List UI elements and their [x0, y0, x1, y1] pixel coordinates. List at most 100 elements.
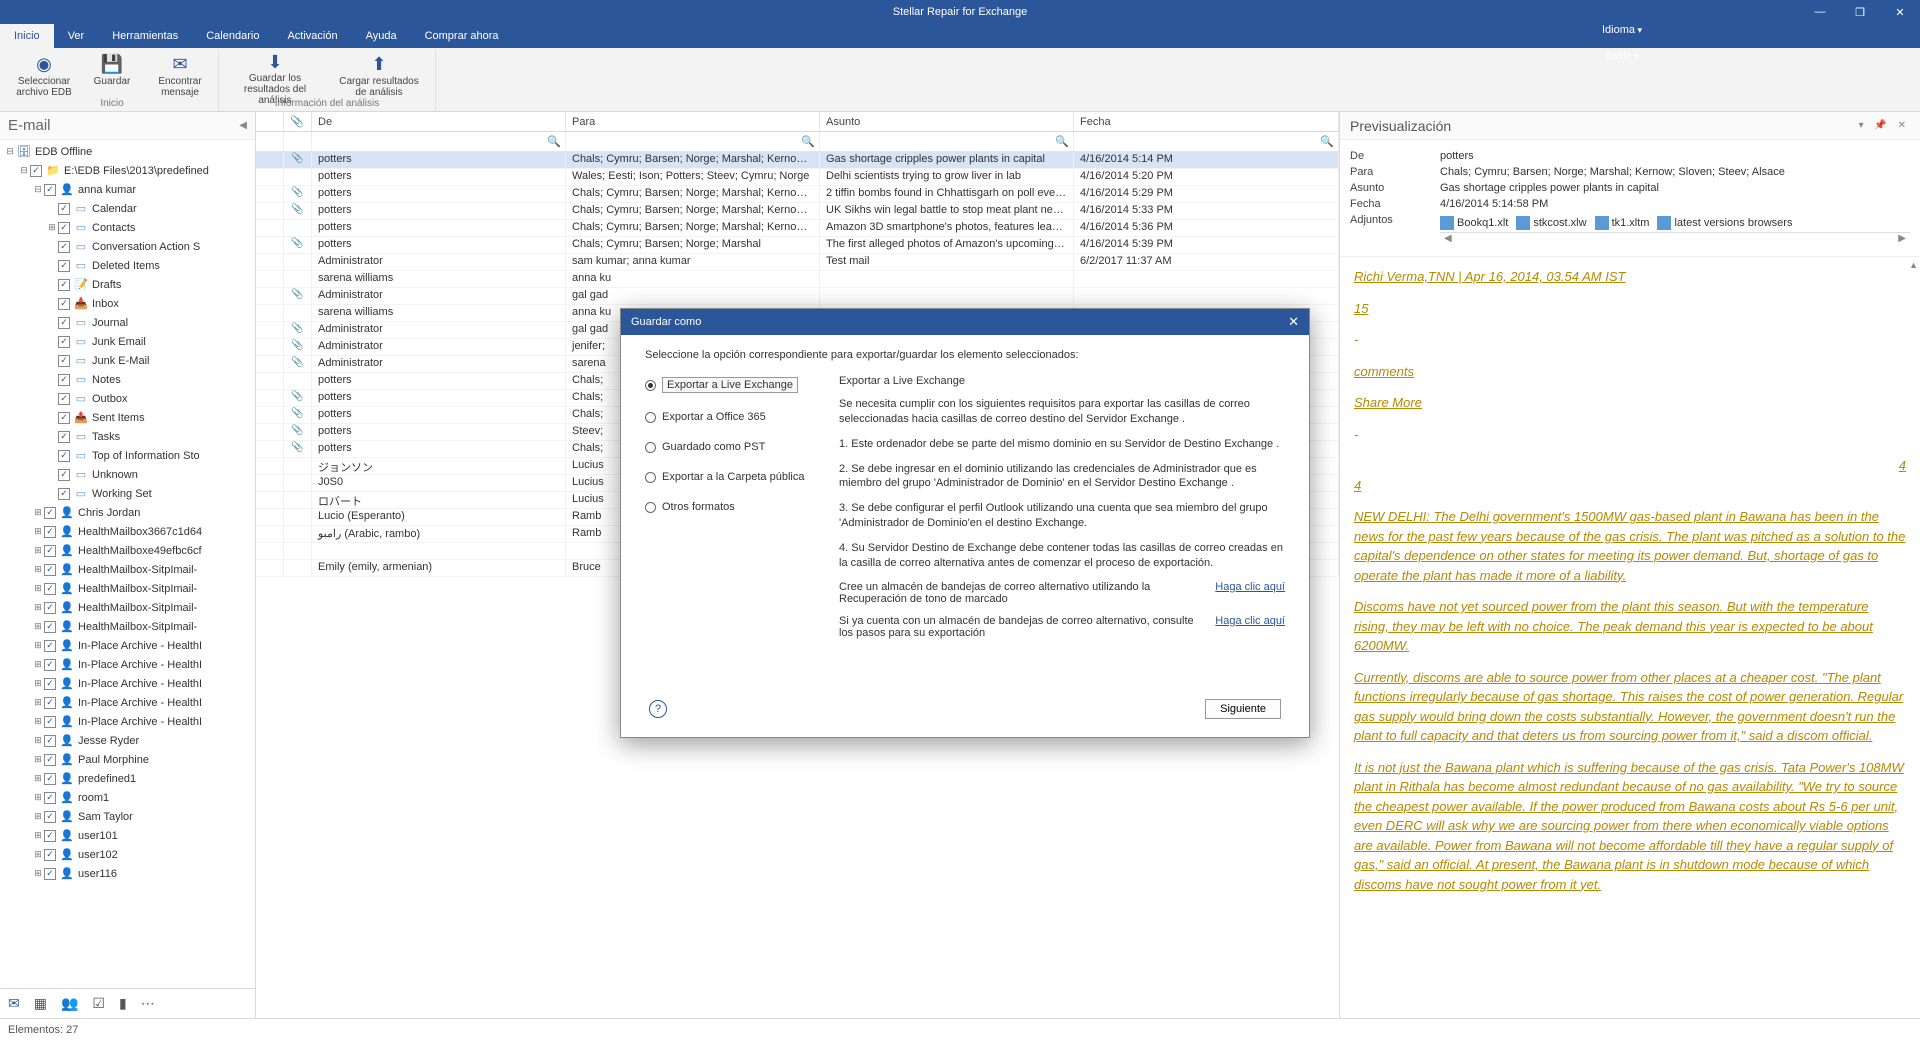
message-row[interactable]: 📎pottersChals; Cymru; Barsen; Norge; Mar…: [256, 237, 1339, 254]
tree-folder-inbox[interactable]: ✓📥Inbox: [0, 294, 255, 313]
message-row[interactable]: sarena williamsanna ku: [256, 271, 1339, 288]
tree-mailbox-sam-taylor[interactable]: ⊞✓👤Sam Taylor: [0, 807, 255, 826]
checkbox[interactable]: ✓: [44, 754, 56, 766]
dialog-link2[interactable]: Haga clic aquí: [1215, 615, 1285, 639]
tree-folder-sent-items[interactable]: ✓📤Sent Items: [0, 408, 255, 427]
expand-icon[interactable]: ⊞: [32, 811, 44, 822]
tab-ayuda[interactable]: Ayuda: [352, 24, 411, 48]
expand-icon[interactable]: ⊞: [32, 773, 44, 784]
tree-mailbox-chris-jordan[interactable]: ⊞✓👤Chris Jordan: [0, 503, 255, 522]
checkbox[interactable]: ✓: [44, 697, 56, 709]
expand-icon[interactable]: ⊟: [4, 146, 16, 157]
encontrar-mensaje-button[interactable]: ✉ Encontrar mensaje: [150, 50, 210, 98]
tree-folder-tasks[interactable]: ✓▭Tasks: [0, 427, 255, 446]
expand-icon[interactable]: ⊞: [32, 754, 44, 765]
tree-mailbox-room1[interactable]: ⊞✓👤room1: [0, 788, 255, 807]
tab-calendario[interactable]: Calendario: [192, 24, 273, 48]
checkbox[interactable]: ✓: [44, 526, 56, 538]
guardar-resultados-button[interactable]: ⬇ Guardar los resultados del análisis: [227, 50, 323, 98]
tree-mailbox-healthmailbox-sitpimail-[interactable]: ⊞✓👤HealthMailbox-SitpImail-: [0, 617, 255, 636]
expand-icon[interactable]: ⊞: [32, 830, 44, 841]
tree-mailbox-in-place-archive-healthi[interactable]: ⊞✓👤In-Place Archive - HealthI: [0, 674, 255, 693]
collapse-left-icon[interactable]: ◀: [239, 120, 247, 131]
expand-icon[interactable]: ⊞: [32, 868, 44, 879]
message-row[interactable]: 📎pottersChals; Cymru; Barsen; Norge; Mar…: [256, 186, 1339, 203]
expand-icon[interactable]: ⊞: [32, 602, 44, 613]
tree-mailbox-predefined1[interactable]: ⊞✓👤predefined1: [0, 769, 255, 788]
filter-de[interactable]: 🔍: [312, 132, 566, 151]
tree-mailbox-paul-morphine[interactable]: ⊞✓👤Paul Morphine: [0, 750, 255, 769]
message-row[interactable]: 📎pottersChals; Cymru; Barsen; Norge; Mar…: [256, 152, 1339, 169]
checkbox[interactable]: ✓: [44, 659, 56, 671]
tree-path[interactable]: ⊟✓📁E:\EDB Files\2013\predefined: [0, 161, 255, 180]
grid-header-fecha[interactable]: Fecha: [1074, 112, 1339, 131]
checkbox[interactable]: ✓: [44, 849, 56, 861]
checkbox[interactable]: ✓: [58, 488, 70, 500]
tree-folder-notes[interactable]: ✓▭Notes: [0, 370, 255, 389]
tree-folder-unknown[interactable]: ✓▭Unknown: [0, 465, 255, 484]
tree-mailbox-anna[interactable]: ⊟✓👤anna kumar: [0, 180, 255, 199]
checkbox[interactable]: ✓: [44, 507, 56, 519]
maximize-button[interactable]: ❐: [1840, 0, 1880, 24]
guardar-button[interactable]: 💾 Guardar: [82, 50, 142, 98]
expand-icon[interactable]: ⊞: [32, 659, 44, 670]
tree-folder-drafts[interactable]: ✓📝Drafts: [0, 275, 255, 294]
attachment-item[interactable]: Bookq1.xlt: [1440, 216, 1508, 230]
tree-folder-conversation-action-s[interactable]: ✓▭Conversation Action S: [0, 237, 255, 256]
minimize-button[interactable]: —: [1800, 0, 1840, 24]
checkbox[interactable]: ✓: [30, 165, 42, 177]
tree-folder-top-of-information-sto[interactable]: ✓▭Top of Information Sto: [0, 446, 255, 465]
option-office365[interactable]: Exportar a Office 365: [645, 411, 815, 423]
calendar-nav-icon[interactable]: ▦: [34, 995, 47, 1012]
expand-icon[interactable]: ⊞: [32, 583, 44, 594]
tree-mailbox-healthmailbox-sitpimail-[interactable]: ⊞✓👤HealthMailbox-SitpImail-: [0, 560, 255, 579]
tree-mailbox-healthmailbox3667c1d64[interactable]: ⊞✓👤HealthMailbox3667c1d64: [0, 522, 255, 541]
tree-mailbox-healthmailboxe49efbc6cf[interactable]: ⊞✓👤HealthMailboxe49efbc6cf: [0, 541, 255, 560]
tab-ver[interactable]: Ver: [54, 24, 99, 48]
message-row[interactable]: Administratorsam kumar; anna kumarTest m…: [256, 254, 1339, 271]
tree-mailbox-user116[interactable]: ⊞✓👤user116: [0, 864, 255, 883]
journal-nav-icon[interactable]: ▮: [119, 995, 127, 1012]
expand-icon[interactable]: ⊞: [32, 716, 44, 727]
checkbox[interactable]: ✓: [58, 241, 70, 253]
message-row[interactable]: 📎Administratorgal gad: [256, 288, 1339, 305]
dialog-close-button[interactable]: ✕: [1288, 314, 1299, 330]
close-button[interactable]: ✕: [1880, 0, 1920, 24]
expand-icon[interactable]: ⊟: [32, 184, 44, 195]
mail-nav-icon[interactable]: ✉: [8, 995, 20, 1012]
filter-fecha[interactable]: 🔍: [1074, 132, 1339, 151]
tab-herramientas[interactable]: Herramientas: [98, 24, 192, 48]
grid-header-para[interactable]: Para: [566, 112, 820, 131]
tree-folder-working-set[interactable]: ✓▭Working Set: [0, 484, 255, 503]
checkbox[interactable]: ✓: [58, 374, 70, 386]
tree-mailbox-in-place-archive-healthi[interactable]: ⊞✓👤In-Place Archive - HealthI: [0, 712, 255, 731]
dialog-link1[interactable]: Haga clic aquí: [1215, 581, 1285, 605]
tree-mailbox-user101[interactable]: ⊞✓👤user101: [0, 826, 255, 845]
tree-folder-outbox[interactable]: ✓▭Outbox: [0, 389, 255, 408]
grid-header-de[interactable]: De: [312, 112, 566, 131]
checkbox[interactable]: ✓: [44, 583, 56, 595]
seleccionar-archivo-edb-button[interactable]: ◉ Seleccionar archivo EDB: [14, 50, 74, 98]
idioma-dropdown[interactable]: Idioma: [1602, 24, 1642, 36]
checkbox[interactable]: ✓: [44, 792, 56, 804]
attachment-item[interactable]: stkcost.xlw: [1516, 216, 1586, 230]
tree-root-edb[interactable]: ⊟🗄EDB Offline: [0, 142, 255, 161]
grid-header-attachment[interactable]: 📎: [284, 112, 312, 131]
checkbox[interactable]: ✓: [44, 621, 56, 633]
tree-folder-junk-e-mail[interactable]: ✓▭Junk E-Mail: [0, 351, 255, 370]
expand-icon[interactable]: ⊞: [32, 792, 44, 803]
scroll-up-icon[interactable]: ▲: [1909, 259, 1918, 273]
checkbox[interactable]: ✓: [58, 431, 70, 443]
filter-para[interactable]: 🔍: [566, 132, 820, 151]
tab-comprar[interactable]: Comprar ahora: [411, 24, 513, 48]
checkbox[interactable]: ✓: [44, 640, 56, 652]
expand-icon[interactable]: ⊞: [32, 545, 44, 556]
expand-icon[interactable]: ⊞: [32, 640, 44, 651]
attachments-scrollbar[interactable]: ◀▶: [1440, 232, 1910, 246]
message-row[interactable]: pottersWales; Eesti; Ison; Potters; Stee…: [256, 169, 1339, 186]
tree-mailbox-healthmailbox-sitpimail-[interactable]: ⊞✓👤HealthMailbox-SitpImail-: [0, 598, 255, 617]
estilo-dropdown[interactable]: Estilo: [1605, 50, 1639, 62]
checkbox[interactable]: ✓: [44, 716, 56, 728]
tree-mailbox-in-place-archive-healthi[interactable]: ⊞✓👤In-Place Archive - HealthI: [0, 655, 255, 674]
tree-mailbox-healthmailbox-sitpimail-[interactable]: ⊞✓👤HealthMailbox-SitpImail-: [0, 579, 255, 598]
